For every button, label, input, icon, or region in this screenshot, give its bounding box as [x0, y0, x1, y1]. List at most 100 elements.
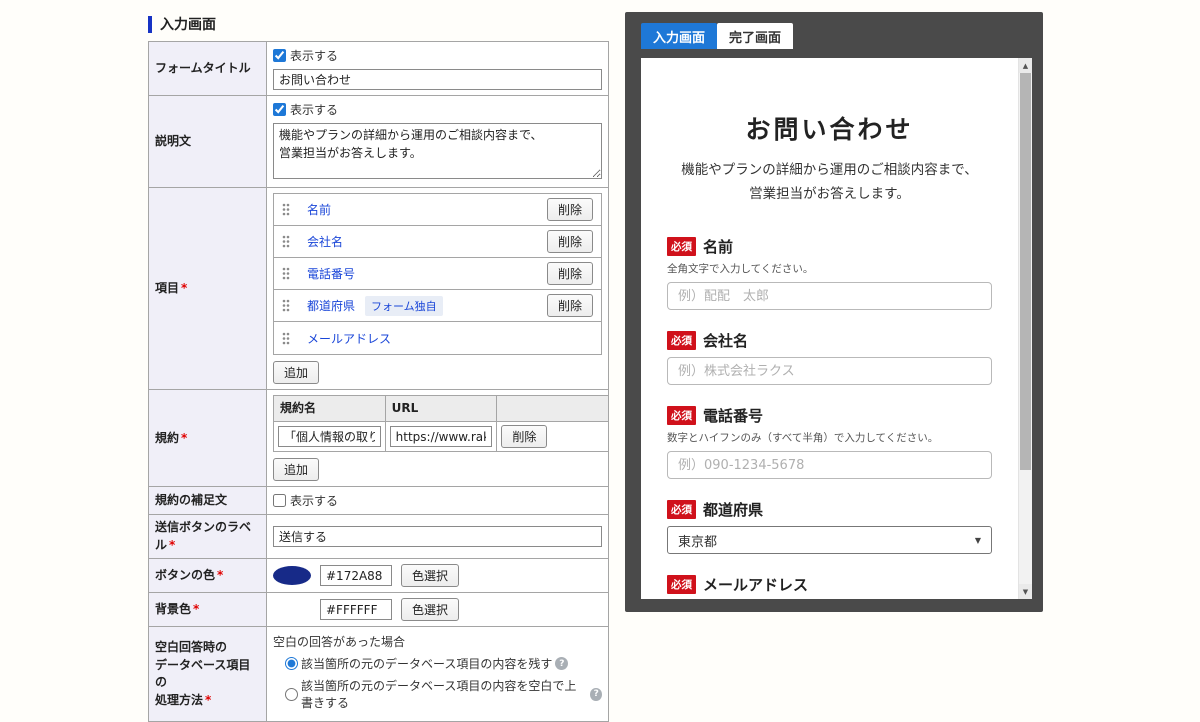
form-title-input[interactable] — [273, 69, 602, 90]
row-label-form-title: フォームタイトル — [149, 42, 267, 96]
field-label: 都道府県 — [703, 499, 763, 520]
drag-handle-icon[interactable] — [282, 235, 290, 248]
button-color-picker-button[interactable]: 色選択 — [401, 564, 459, 587]
add-terms-button[interactable]: 追加 — [273, 458, 319, 481]
delete-terms-button[interactable]: 削除 — [501, 425, 547, 448]
terms-name-input[interactable] — [278, 426, 381, 447]
item-row-email: メールアドレス — [274, 322, 601, 354]
terms-note-visible-checkbox[interactable] — [273, 494, 286, 507]
button-color-swatch — [273, 566, 311, 585]
scroll-up-icon[interactable]: ▲ — [1019, 58, 1032, 73]
item-row-company: 会社名 削除 — [274, 226, 601, 258]
row-terms-note: 規約の補足文 表示する — [149, 487, 609, 515]
field-label: 電話番号 — [703, 405, 763, 426]
item-link-name[interactable]: 名前 — [307, 201, 331, 218]
terms-row: 削除 — [274, 422, 609, 452]
required-asterisk: * — [193, 602, 199, 616]
drag-handle-icon[interactable] — [282, 299, 290, 312]
background-color-swatch — [273, 600, 311, 619]
row-label-text: 規約の補足文 — [155, 493, 227, 507]
overwrite-blank-radio[interactable] — [285, 688, 298, 701]
required-badge: 必須 — [667, 406, 696, 425]
description-visible-checkbox[interactable] — [273, 103, 286, 116]
required-asterisk: * — [181, 281, 187, 295]
tab-complete-screen[interactable]: 完了画面 — [717, 23, 793, 49]
terms-note-visible: 表示する — [273, 492, 602, 509]
row-label-text: ボタンの色 — [155, 568, 215, 582]
required-badge: 必須 — [667, 237, 696, 256]
scroll-down-icon[interactable]: ▼ — [1019, 584, 1032, 599]
editor-panel: 入力画面 フォームタイトル 表示する 説明文 表示する 機能やプランの詳細から — [148, 14, 609, 722]
description-textarea[interactable]: 機能やプランの詳細から運用のご相談内容まで、 営業担当がお答えします。 — [273, 123, 602, 179]
drag-handle-icon[interactable] — [282, 332, 290, 345]
terms-url-input[interactable] — [390, 426, 493, 447]
item-link-prefecture[interactable]: 都道府県 — [307, 297, 355, 314]
submit-label-input[interactable] — [273, 526, 602, 547]
row-items: 項目* 名前 削除 会社名 削除 — [149, 188, 609, 390]
background-color-hex-input[interactable] — [320, 599, 392, 620]
field-company: 必須 会社名 — [667, 330, 992, 385]
field-label: 会社名 — [703, 330, 748, 351]
add-item-button[interactable]: 追加 — [273, 361, 319, 384]
terms-name-header: 規約名 — [274, 396, 386, 422]
required-asterisk: * — [169, 538, 175, 552]
item-link-email[interactable]: メールアドレス — [307, 330, 391, 347]
item-link-phone[interactable]: 電話番号 — [307, 265, 355, 282]
checkbox-label: 表示する — [290, 47, 338, 64]
row-label-text: 説明文 — [155, 134, 191, 148]
select-value: 東京都 — [678, 531, 717, 550]
button-color-hex-input[interactable] — [320, 565, 392, 586]
scroll-thumb[interactable] — [1020, 73, 1031, 470]
form-fields: 必須 名前 全角文字で入力してください。 必須 会社名 必須 — [667, 236, 992, 599]
delete-item-button[interactable]: 削除 — [547, 198, 593, 221]
row-label-terms: 規約* — [149, 390, 267, 487]
row-label-button-color: ボタンの色* — [149, 559, 267, 593]
blank-answer-option-overwrite: 該当箇所の元のデータベース項目の内容を空白で上書きする ? — [285, 677, 602, 711]
row-label-text: 処理方法 — [155, 693, 203, 707]
delete-item-button[interactable]: 削除 — [547, 294, 593, 317]
help-icon[interactable]: ? — [590, 688, 602, 701]
phone-input[interactable] — [667, 451, 992, 479]
item-row-phone: 電話番号 削除 — [274, 258, 601, 290]
form-title: お問い合わせ — [667, 110, 992, 146]
row-label-text: 規約 — [155, 431, 179, 445]
tab-input-screen[interactable]: 入力画面 — [641, 23, 717, 49]
row-background-color: 背景色* 色選択 — [149, 593, 609, 627]
preview-area: お問い合わせ 機能やプランの詳細から運用のご相談内容まで、 営業担当がお答えしま… — [641, 58, 1032, 599]
preview-frame: 入力画面 完了画面 お問い合わせ 機能やプランの詳細から運用のご相談内容まで、 … — [625, 12, 1043, 612]
delete-item-button[interactable]: 削除 — [547, 230, 593, 253]
prefecture-select[interactable]: 東京都 ▼ — [667, 526, 992, 554]
row-form-title: フォームタイトル 表示する — [149, 42, 609, 96]
required-asterisk: * — [217, 568, 223, 582]
form-description-line1: 機能やプランの詳細から運用のご相談内容まで、 — [681, 162, 977, 178]
form-title-visible-checkbox[interactable] — [273, 49, 286, 62]
checkbox-label: 表示する — [290, 492, 338, 509]
radio-label: 該当箇所の元のデータベース項目の内容を残す — [301, 655, 552, 672]
required-badge: 必須 — [667, 331, 696, 350]
help-icon[interactable]: ? — [555, 657, 568, 670]
row-label-terms-note: 規約の補足文 — [149, 487, 267, 515]
drag-handle-icon[interactable] — [282, 203, 290, 216]
keep-content-radio[interactable] — [285, 657, 298, 670]
preview-scrollbar[interactable]: ▲ ▼ — [1018, 58, 1032, 599]
row-label-submit: 送信ボタンのラベル* — [149, 515, 267, 559]
background-color-picker-button[interactable]: 色選択 — [401, 598, 459, 621]
required-badge: 必須 — [667, 575, 696, 594]
terms-url-header: URL — [385, 396, 497, 422]
row-blank-answer: 空白回答時の データベース項目の 処理方法* 空白の回答があった場合 該当箇所の… — [149, 627, 609, 722]
drag-handle-icon[interactable] — [282, 267, 290, 280]
row-label-blank-answer: 空白回答時の データベース項目の 処理方法* — [149, 627, 267, 722]
row-label-items: 項目* — [149, 188, 267, 390]
row-label-text: データベース項目の — [155, 658, 250, 689]
field-note: 数字とハイフンのみ（すべて半角）で入力してください。 — [667, 430, 992, 445]
delete-item-button[interactable]: 削除 — [547, 262, 593, 285]
terms-action-header — [497, 396, 609, 422]
company-input[interactable] — [667, 357, 992, 385]
radio-label: 該当箇所の元のデータベース項目の内容を空白で上書きする — [301, 677, 587, 711]
required-asterisk: * — [181, 431, 187, 445]
item-link-company[interactable]: 会社名 — [307, 233, 343, 250]
required-asterisk: * — [205, 693, 211, 707]
name-input[interactable] — [667, 282, 992, 310]
row-label-text: フォームタイトル — [155, 61, 251, 75]
required-badge: 必須 — [667, 500, 696, 519]
